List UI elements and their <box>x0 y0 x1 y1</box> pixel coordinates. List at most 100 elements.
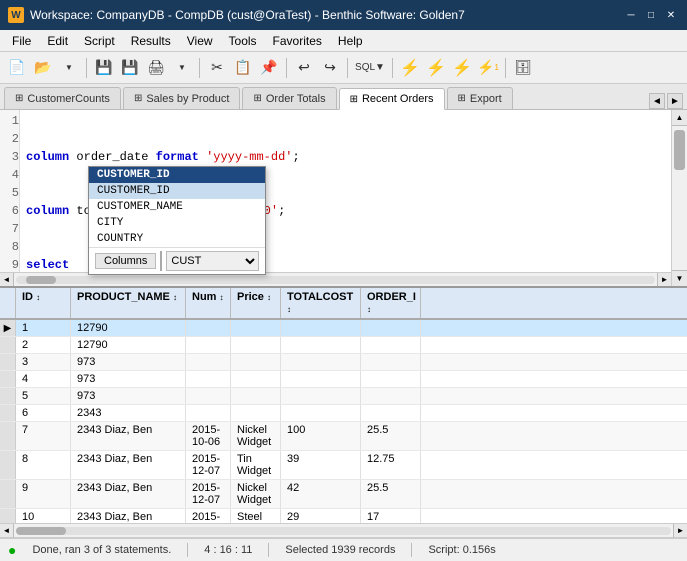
autocomplete-item-3[interactable]: CITY <box>89 215 265 231</box>
minimize-button[interactable]: ─ <box>623 7 639 23</box>
table-row[interactable]: 9 2343 Diaz, Ben 2015-12-07 Nickel Widge… <box>0 480 687 509</box>
run4-button[interactable]: ⚡1 <box>475 55 501 81</box>
tab-icon-recent-orders: ⊞ <box>350 94 358 105</box>
vscroll-thumb[interactable] <box>674 130 685 170</box>
maximize-button[interactable]: □ <box>643 7 659 23</box>
grid-hscroll-thumb[interactable] <box>16 527 66 535</box>
autocomplete-item-4[interactable]: COUNTRY <box>89 231 265 247</box>
editor-vscroll: ▲ ▼ <box>671 110 687 286</box>
tab-recent-orders[interactable]: ⊞ Recent Orders <box>339 88 445 110</box>
table-row[interactable]: 6 2343 <box>0 405 687 422</box>
run3-button[interactable]: ⚡ <box>449 55 475 81</box>
cell-totalcost: 42 <box>281 480 361 508</box>
cell-totalcost <box>281 320 361 336</box>
cell-id: 3 <box>16 354 71 370</box>
vscroll-up[interactable]: ▲ <box>672 110 687 126</box>
cell-price <box>231 371 281 387</box>
cell-num: 2015-10-06 <box>186 422 231 450</box>
cell-order <box>361 354 421 370</box>
cell-product: 2343 Diaz, Ben <box>71 422 186 450</box>
grid-header-totalcost[interactable]: TOTALCOST ↕ <box>281 288 361 318</box>
tab-customercounts[interactable]: ⊞ CustomerCounts <box>4 87 121 109</box>
hscroll-thumb[interactable] <box>26 276 56 284</box>
open-dropdown[interactable]: ▼ <box>56 55 82 81</box>
cell-id: 7 <box>16 422 71 450</box>
menu-script[interactable]: Script <box>76 32 123 50</box>
redo-button[interactable]: ↪ <box>317 55 343 81</box>
cell-order <box>361 388 421 404</box>
print-button[interactable]: 🖨 <box>143 55 169 81</box>
columns-button[interactable]: Columns <box>95 253 156 269</box>
save-button[interactable]: 💾 <box>91 55 117 81</box>
hscroll-left[interactable]: ◄ <box>0 273 14 287</box>
autocomplete-item-1[interactable]: CUSTOMER_ID <box>89 183 265 199</box>
menu-view[interactable]: View <box>179 32 221 50</box>
table-row[interactable]: 4 973 <box>0 371 687 388</box>
autocomplete-item-2[interactable]: CUSTOMER_NAME <box>89 199 265 215</box>
run2-button[interactable]: ⚡ <box>423 55 449 81</box>
table-row[interactable]: 8 2343 Diaz, Ben 2015-12-07 Tin Widget 3… <box>0 451 687 480</box>
separator-1 <box>86 58 87 78</box>
status-selection: Selected 1939 records <box>285 544 395 556</box>
cell-price: Steel Widget <box>231 509 281 523</box>
grid-hscroll-track <box>16 527 671 535</box>
table-row[interactable]: 2 12790 <box>0 337 687 354</box>
undo-button[interactable]: ↩ <box>291 55 317 81</box>
tab-label-export: Export <box>470 93 502 105</box>
tabs-scroll-left[interactable]: ◄ <box>649 93 665 109</box>
cell-num <box>186 320 231 336</box>
grid-hscroll-right[interactable]: ► <box>673 524 687 538</box>
menu-results[interactable]: Results <box>123 32 179 50</box>
table-select[interactable]: CUST CUSTOMERS <box>166 251 259 271</box>
cell-order <box>361 371 421 387</box>
cell-id: 4 <box>16 371 71 387</box>
grid-header-order[interactable]: ORDER_I ↕ <box>361 288 421 318</box>
grid-header-product[interactable]: PRODUCT_NAME ↕ <box>71 288 186 318</box>
cell-order: 25.5 <box>361 480 421 508</box>
table-row[interactable]: 5 973 <box>0 388 687 405</box>
open-button[interactable]: 📂 <box>30 55 56 81</box>
hscroll-right[interactable]: ► <box>657 273 671 287</box>
paste-button[interactable]: 📌 <box>256 55 282 81</box>
print-dropdown[interactable]: ▼ <box>169 55 195 81</box>
tab-icon-sales: ⊞ <box>134 93 142 104</box>
grid-hscroll-left[interactable]: ◄ <box>0 524 14 538</box>
menu-tools[interactable]: Tools <box>221 32 265 50</box>
status-sep-1 <box>187 543 188 557</box>
tab-export[interactable]: ⊞ Export <box>447 87 513 109</box>
close-button[interactable]: ✕ <box>663 7 679 23</box>
grid-header-id[interactable]: ID ↕ <box>16 288 71 318</box>
cell-product: 2343 <box>71 405 186 421</box>
save-all-button[interactable]: 💾 <box>117 55 143 81</box>
menu-favorites[interactable]: Favorites <box>265 32 330 50</box>
grid-header-price[interactable]: Price ↕ <box>231 288 281 318</box>
grid-header: ID ↕ PRODUCT_NAME ↕ Num ↕ Price ↕ TOTALC… <box>0 288 687 320</box>
cell-num <box>186 405 231 421</box>
status-message: Done, ran 3 of 3 statements. <box>32 544 171 556</box>
menu-file[interactable]: File <box>4 32 39 50</box>
sql-button[interactable]: SQL▼ <box>352 55 388 81</box>
menu-edit[interactable]: Edit <box>39 32 76 50</box>
copy-button[interactable]: 📋 <box>230 55 256 81</box>
table-row[interactable]: ▶ 1 12790 <box>0 320 687 337</box>
tab-icon-customercounts: ⊞ <box>15 93 23 104</box>
grid-header-num[interactable]: Num ↕ <box>186 288 231 318</box>
table-row[interactable]: 7 2343 Diaz, Ben 2015-10-06 Nickel Widge… <box>0 422 687 451</box>
cell-id: 9 <box>16 480 71 508</box>
tabs-scroll-right[interactable]: ► <box>667 93 683 109</box>
menu-help[interactable]: Help <box>330 32 371 50</box>
db-button[interactable]: 🗄 <box>510 55 536 81</box>
new-button[interactable]: 📄 <box>4 55 30 81</box>
table-row[interactable]: 3 973 <box>0 354 687 371</box>
code-line-1: column order_date format 'yyyy-mm-dd'; <box>26 148 665 166</box>
cell-num: 2015-12-07 <box>186 451 231 479</box>
tab-order-totals[interactable]: ⊞ Order Totals <box>242 87 336 109</box>
cell-totalcost <box>281 371 361 387</box>
cut-button[interactable]: ✂ <box>204 55 230 81</box>
vscroll-down[interactable]: ▼ <box>672 270 687 286</box>
table-row[interactable]: 10 2343 Diaz, Ben 2015-12-07 Steel Widge… <box>0 509 687 523</box>
cell-id: 10 <box>16 509 71 523</box>
cell-price: Tin Widget <box>231 451 281 479</box>
tab-sales-by-product[interactable]: ⊞ Sales by Product <box>123 87 241 109</box>
run-button[interactable]: ⚡ <box>397 55 423 81</box>
